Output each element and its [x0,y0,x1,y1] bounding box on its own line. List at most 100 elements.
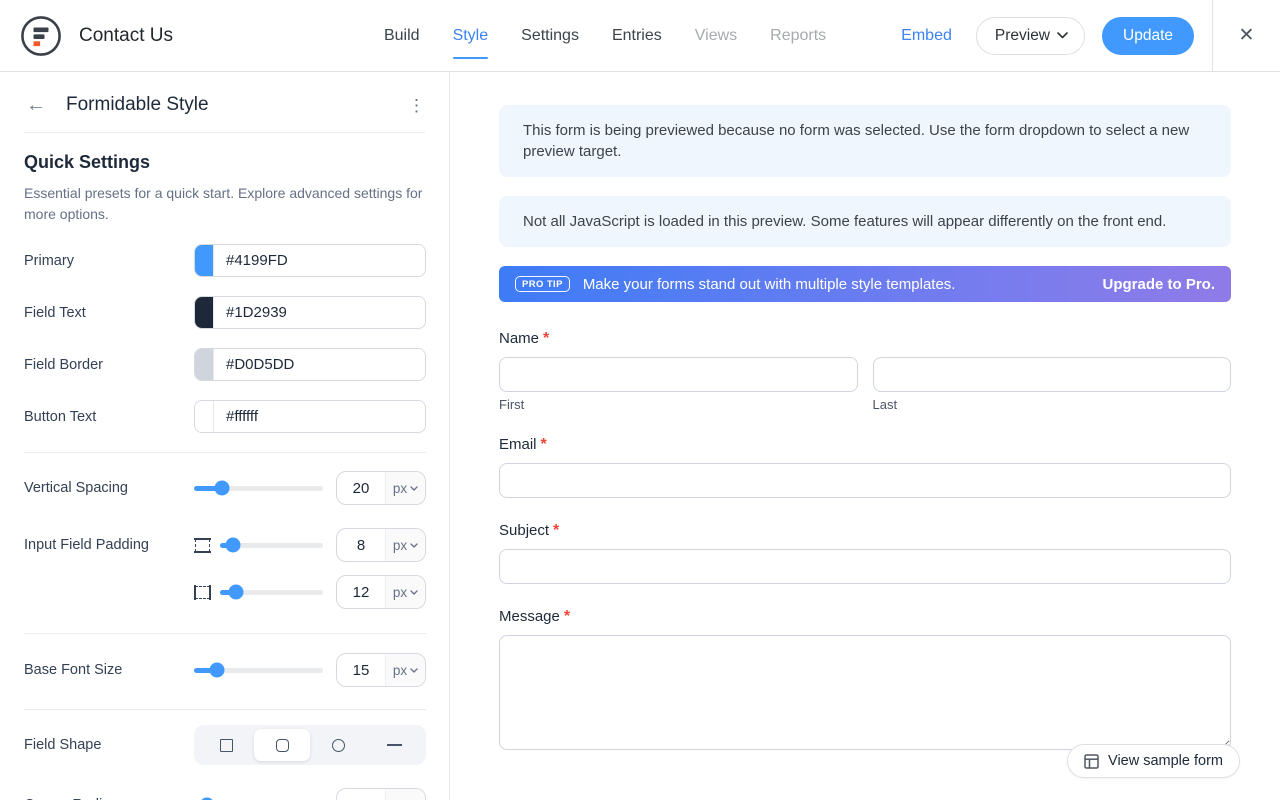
tab-reports: Reports [770,26,827,44]
slider-thumb[interactable] [228,584,244,600]
value-text: 12 [352,583,370,601]
upgrade-to-pro-link[interactable]: Upgrade to Pro. [1102,276,1215,293]
input-padding-vertical-slider[interactable] [220,537,323,553]
shape-option-sharp[interactable] [198,729,254,761]
required-asterisk: * [540,436,547,453]
slider-thumb[interactable] [225,537,241,553]
shape-option-rounded[interactable] [254,729,310,761]
primary-color-input[interactable] [214,245,425,276]
primary-color-picker[interactable] [194,244,426,277]
field-border-color-picker[interactable] [194,348,426,381]
page-title: Contact Us [79,24,173,46]
padding-horizontal-icon [194,584,211,600]
required-asterisk: * [563,608,571,625]
sharp-square-icon [219,738,233,752]
form-preview-pane: This form is being previewed because no … [450,72,1280,800]
unit-dropdown[interactable]: px [385,472,425,504]
back-arrow-icon[interactable]: ← [26,95,46,115]
unit-dropdown[interactable] [385,789,425,800]
divider [24,132,425,133]
color-swatch[interactable] [195,401,214,432]
pro-tip-banner: PRO TIP Make your forms stand out with m… [499,266,1231,302]
slider-thumb[interactable] [209,662,225,678]
field-label: Subject [499,522,550,539]
field-shape-control [194,725,426,765]
field-group-subject: Subject * [499,522,1231,584]
setting-label: Primary [24,252,74,269]
first-sub-label: First [499,397,525,412]
unit-dropdown[interactable]: px [385,654,425,686]
message-textarea[interactable] [499,635,1231,750]
first-name-input[interactable] [499,357,858,392]
input-padding-vertical-value: 8 px [336,528,426,562]
quick-settings-heading: Quick Settings [24,152,151,172]
padding-vertical-icon [194,537,211,553]
setting-label: Input Field Padding [24,537,149,553]
update-button[interactable]: Update [1102,16,1194,55]
button-text-color-input[interactable] [214,401,425,432]
slider-thumb[interactable] [214,480,230,496]
field-label: Email [499,436,537,453]
setting-row-input-padding-horizontal: 12 px [24,575,426,609]
chevron-down-icon [410,589,418,595]
kebab-menu-icon[interactable]: ⋮ [408,97,425,114]
color-swatch[interactable] [195,245,214,276]
unit-dropdown[interactable]: px [385,529,425,561]
value-text: 8 [356,536,366,554]
field-group-email: Email * [499,436,1231,498]
field-text-color-picker[interactable] [194,296,426,329]
vertical-spacing-value: 20 px [336,471,426,505]
shape-option-circle[interactable] [310,729,366,761]
view-sample-form-button[interactable]: View sample form [1067,744,1240,778]
divider [24,709,426,710]
value-text: 20 [352,479,370,497]
setting-label: Vertical Spacing [24,480,128,496]
embed-link[interactable]: Embed [901,27,952,45]
email-input[interactable] [499,463,1231,498]
rounded-square-icon [275,738,289,752]
style-editor-app: Contact Us Build Style Settings Entries … [0,0,1280,800]
divider [24,633,426,634]
notice-javascript: Not all JavaScript is loaded in this pre… [499,196,1231,247]
close-icon[interactable]: ✕ [1239,24,1255,47]
style-sidebar: ← Formidable Style ⋮ Quick Settings Esse… [0,72,450,800]
setting-row-input-padding-vertical: Input Field Padding 8 px [24,528,426,562]
chevron-down-icon [410,667,418,673]
input-padding-horizontal-slider[interactable] [220,584,323,600]
color-swatch[interactable] [195,349,214,380]
setting-label: Field Border [24,356,103,373]
preview-button[interactable]: Preview [975,16,1086,55]
tab-build[interactable]: Build [384,27,420,45]
base-font-size-slider[interactable] [194,662,323,678]
vertical-spacing-slider[interactable] [194,480,323,496]
required-asterisk: * [543,330,550,347]
setting-label: Base Font Size [24,662,123,678]
field-group-name: Name * First Last [499,330,1231,412]
formidable-logo-icon [21,15,61,56]
active-tab-underline [452,56,489,59]
setting-row-field-text: Field Text [24,296,426,329]
tab-settings[interactable]: Settings [521,27,579,45]
setting-row-vertical-spacing: Vertical Spacing 20 px [24,471,426,505]
corner-radius-value [336,788,426,800]
field-group-message: Message * [499,608,1231,750]
button-text-color-picker[interactable] [194,400,426,433]
tab-style[interactable]: Style [452,27,489,59]
shape-option-underline[interactable] [366,729,422,761]
setting-row-button-text: Button Text [24,400,426,433]
last-name-input[interactable] [872,357,1231,392]
field-border-color-input[interactable] [214,349,425,380]
sidebar-title: Formidable Style [66,94,209,115]
quick-settings-description: Essential presets for a quick start. Exp… [24,185,423,222]
color-swatch[interactable] [195,297,214,328]
subject-input[interactable] [499,549,1231,584]
setting-row-field-shape: Field Shape [24,725,426,765]
input-padding-horizontal-value: 12 px [336,575,426,609]
main-nav: Build Style Settings Entries Views Repor… [384,26,827,59]
field-text-color-input[interactable] [214,297,425,328]
tab-entries[interactable]: Entries [612,27,662,45]
setting-label: Field Shape [24,737,102,753]
pro-tip-badge: PRO TIP [515,276,570,292]
unit-dropdown[interactable]: px [385,576,425,608]
close-section: ✕ [1212,0,1280,72]
